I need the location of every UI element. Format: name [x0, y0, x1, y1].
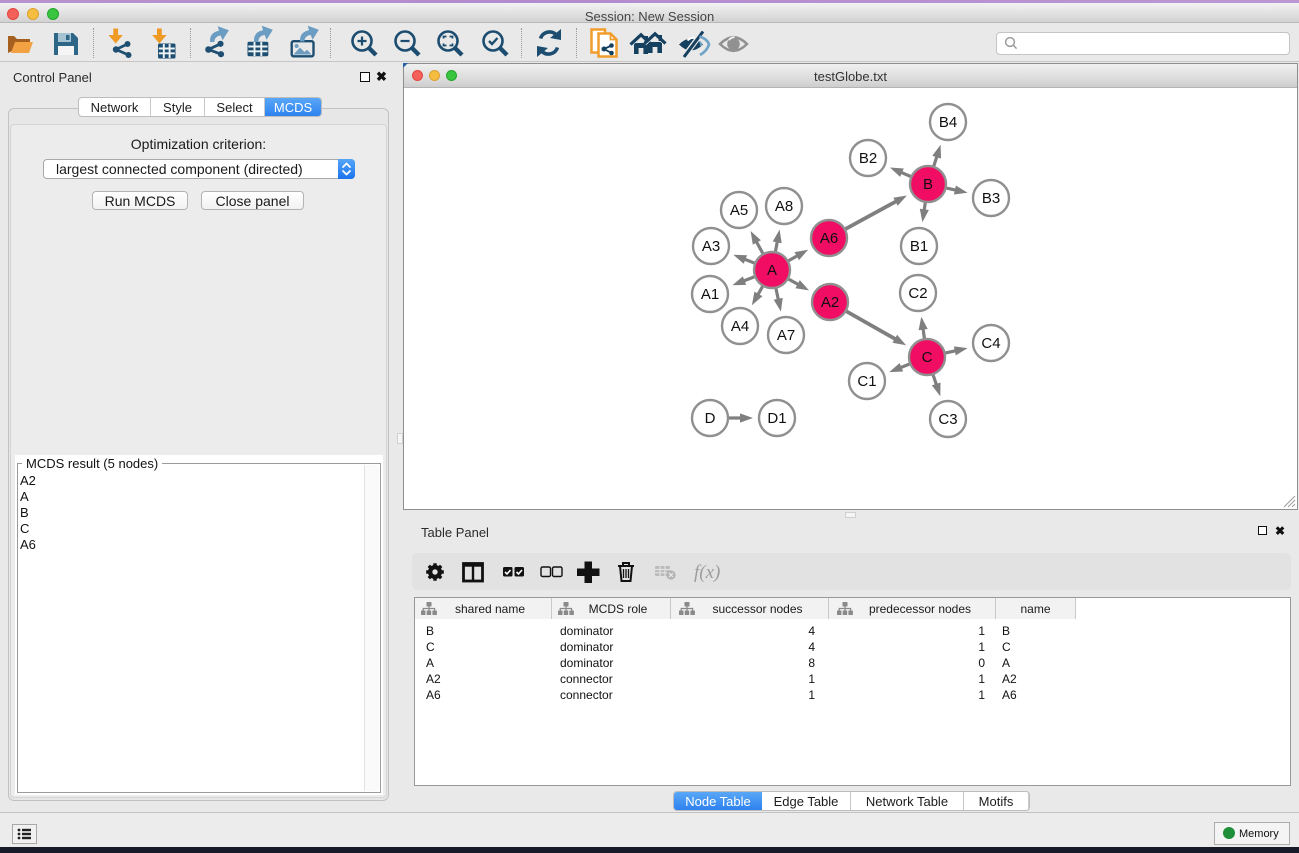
svg-text:A5: A5	[730, 202, 748, 219]
svg-text:D: D	[705, 410, 716, 427]
svg-text:D1: D1	[767, 410, 786, 427]
svg-text:A7: A7	[777, 327, 795, 344]
svg-text:A8: A8	[775, 198, 793, 215]
svg-text:C1: C1	[857, 373, 876, 390]
svg-text:A4: A4	[731, 318, 749, 335]
svg-text:f(x): f(x)	[694, 562, 720, 583]
svg-text:B4: B4	[939, 114, 957, 131]
svg-text:A6: A6	[820, 230, 838, 247]
svg-text:A2: A2	[821, 294, 839, 311]
svg-text:C: C	[922, 349, 933, 366]
svg-text:A3: A3	[702, 238, 720, 255]
svg-text:C2: C2	[908, 285, 927, 302]
svg-text:B: B	[923, 176, 933, 193]
svg-text:B2: B2	[859, 150, 877, 167]
svg-text:A1: A1	[701, 286, 719, 303]
svg-text:A: A	[767, 262, 777, 279]
svg-text:B1: B1	[910, 238, 928, 255]
svg-text:B3: B3	[982, 190, 1000, 207]
svg-text:C4: C4	[981, 335, 1000, 352]
svg-text:C3: C3	[938, 411, 957, 428]
